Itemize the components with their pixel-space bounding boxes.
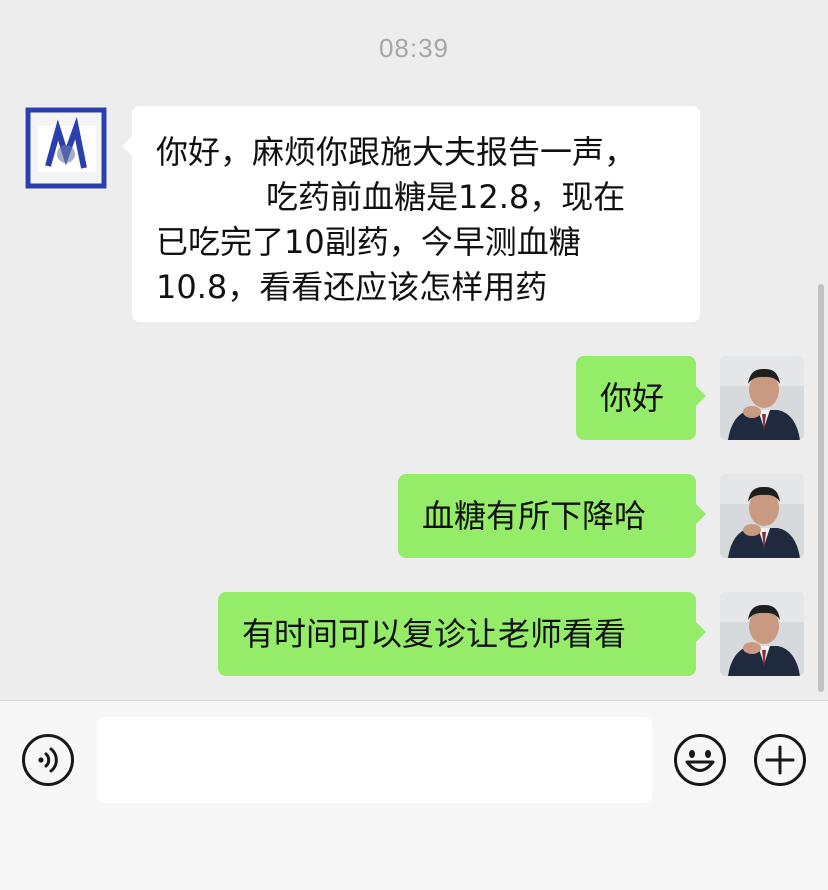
contact-avatar[interactable]	[24, 106, 108, 190]
user-avatar[interactable]	[720, 592, 804, 676]
message-line: 已吃完了10副药，今早测血糖	[156, 223, 581, 261]
sent-message-bubble[interactable]: 有时间可以复诊让老师看看	[218, 592, 706, 676]
message-line: 10.8，看看还应该怎样用药	[156, 268, 548, 306]
sent-message-bubble[interactable]: 你好	[576, 356, 706, 440]
more-button[interactable]	[753, 733, 807, 787]
emoji-icon	[674, 734, 726, 786]
sent-message-bubble[interactable]: 血糖有所下降哈	[398, 474, 706, 558]
received-message-bubble[interactable]: 你好，麻烦你跟施大夫报告一声， 吃药前血糖是12.8，现在 已吃完了10副药，今…	[122, 106, 700, 322]
plus-icon	[754, 734, 806, 786]
voice-icon	[22, 734, 74, 786]
redacted-name	[156, 182, 266, 216]
message-line: 你好，麻烦你跟施大夫报告一声，	[156, 133, 637, 171]
user-avatar[interactable]	[720, 356, 804, 440]
chat-timestamp: 08:39	[378, 33, 450, 63]
message-input[interactable]	[97, 717, 652, 803]
voice-button[interactable]	[21, 733, 75, 787]
message-text: 血糖有所下降哈	[422, 497, 647, 535]
message-text: 你好	[600, 379, 665, 417]
user-avatar[interactable]	[720, 474, 804, 558]
emoji-button[interactable]	[673, 733, 727, 787]
message-line: 吃药前血糖是12.8，现在	[266, 178, 626, 216]
message-text: 有时间可以复诊让老师看看	[242, 615, 627, 653]
chat-scrollbar[interactable]	[818, 284, 824, 692]
